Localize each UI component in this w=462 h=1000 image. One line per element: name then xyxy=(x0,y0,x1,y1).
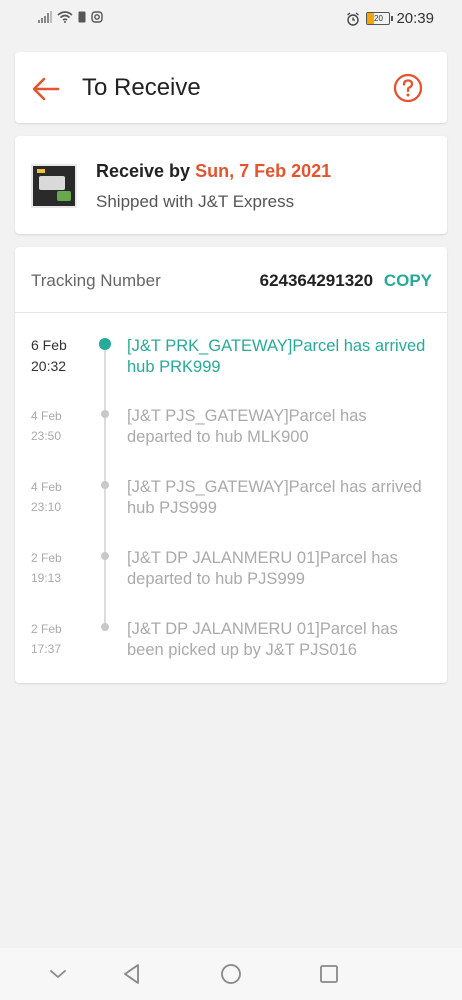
wifi-icon xyxy=(57,11,73,23)
status-bar: 20 20:39 xyxy=(0,0,462,38)
event-text: [J&T PJS_GATEWAY]Parcel has arrived hub … xyxy=(127,478,422,517)
tracking-number: 624364291320 xyxy=(259,271,374,290)
timeline-dot xyxy=(99,338,111,350)
event-date: 2 Feb xyxy=(31,551,62,565)
home-circle-icon[interactable] xyxy=(219,962,243,986)
sim-icon xyxy=(78,11,86,23)
timeline-event: 4 Feb 23:10 [J&T PJS_GATEWAY]Parcel has … xyxy=(15,477,447,537)
clock: 20:39 xyxy=(396,10,434,27)
receive-by-date: Sun, 7 Feb 2021 xyxy=(195,161,332,181)
product-thumbnail xyxy=(31,164,77,208)
timeline-event: 4 Feb 23:50 [J&T PJS_GATEWAY]Parcel has … xyxy=(15,406,447,466)
tracking-number-label: Tracking Number xyxy=(31,271,161,290)
event-date: 2 Feb xyxy=(31,622,62,636)
recents-square-icon[interactable] xyxy=(317,962,341,986)
event-text: [J&T PJS_GATEWAY]Parcel has departed to … xyxy=(127,407,367,446)
battery-level: 20 xyxy=(374,14,383,23)
instagram-icon xyxy=(91,11,103,23)
header-card: To Receive xyxy=(15,52,447,123)
timeline-dot xyxy=(101,481,109,489)
question-circle-icon[interactable] xyxy=(393,73,423,103)
event-text: [J&T DP JALANMERU 01]Parcel has departed… xyxy=(127,549,398,588)
copy-button[interactable]: COPY xyxy=(384,271,432,290)
event-time: 17:37 xyxy=(31,642,62,656)
event-time: 20:32 xyxy=(31,358,67,374)
alarm-icon xyxy=(347,11,360,26)
event-text: [J&T DP JALANMERU 01]Parcel has been pic… xyxy=(127,620,398,659)
timeline-dot xyxy=(101,623,109,631)
arrow-left-icon[interactable] xyxy=(31,74,61,104)
event-time: 19:13 xyxy=(31,571,62,585)
chevron-down-icon[interactable] xyxy=(46,962,70,986)
event-time: 23:10 xyxy=(31,500,62,514)
battery-icon: 20 xyxy=(366,12,394,25)
tracking-header: Tracking Number 624364291320 COPY xyxy=(15,247,447,313)
event-date: 6 Feb xyxy=(31,337,67,353)
event-text: [J&T PRK_GATEWAY]Parcel has arrived hub … xyxy=(127,337,426,376)
timeline-event: 2 Feb 17:37 [J&T DP JALANMERU 01]Parcel … xyxy=(15,619,447,679)
status-icons-right: 20 20:39 xyxy=(346,10,434,27)
page-title: To Receive xyxy=(82,74,201,101)
event-date: 4 Feb xyxy=(31,480,62,494)
status-icons-left xyxy=(38,11,103,23)
timeline-dot xyxy=(101,552,109,560)
receive-by-line: Receive by Sun, 7 Feb 2021 xyxy=(96,161,331,182)
timeline-event: 2 Feb 19:13 [J&T DP JALANMERU 01]Parcel … xyxy=(15,548,447,608)
timeline-event: 6 Feb 20:32 [J&T PRK_GATEWAY]Parcel has … xyxy=(15,335,447,395)
event-time: 23:50 xyxy=(31,429,62,443)
delivery-card[interactable]: Receive by Sun, 7 Feb 2021 Shipped with … xyxy=(15,136,447,234)
back-triangle-icon[interactable] xyxy=(120,962,144,986)
timeline-dot xyxy=(101,410,109,418)
tracking-card: Tracking Number 624364291320 COPY 6 Feb … xyxy=(15,247,447,683)
receive-by-label: Receive by xyxy=(96,161,191,181)
signal-icon xyxy=(38,11,52,23)
shipped-with-text: Shipped with J&T Express xyxy=(96,192,295,211)
system-nav-bar xyxy=(0,948,462,1000)
event-date: 4 Feb xyxy=(31,409,62,423)
